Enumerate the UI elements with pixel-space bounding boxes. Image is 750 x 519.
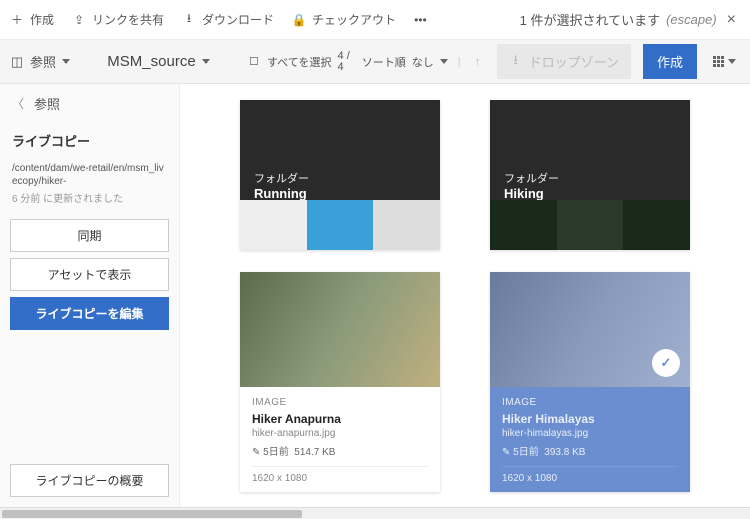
dropzone[interactable]: ⭳ ドロップゾーン (497, 44, 631, 79)
checkout-action[interactable]: 🔒 チェックアウト (292, 11, 396, 28)
rail-toggle[interactable]: ◫ 参照 (10, 52, 70, 71)
download-icon: ⭳ (509, 55, 523, 69)
asset-meta: IMAGE Hiker Anapurna hiker-anapurna.jpg … (240, 387, 440, 492)
create-button[interactable]: 作成 (643, 44, 697, 79)
folder-thumbnail: フォルダー Hiking (490, 100, 690, 250)
sync-button[interactable]: 同期 (10, 219, 169, 252)
show-asset-button[interactable]: アセットで表示 (10, 258, 169, 291)
view-switcher[interactable] (709, 52, 740, 71)
share-icon: ⇪ (72, 13, 86, 27)
folder-name: Hiking (504, 186, 544, 201)
select-all-label: すべてを選択 (267, 54, 332, 70)
asset-card[interactable]: ✓ IMAGE Hiker Himalayas hiker-himalayas.… (490, 272, 690, 492)
item-count: 4 /4 (338, 51, 350, 73)
share-link-action[interactable]: ⇪ リンクを共有 (72, 11, 164, 28)
rail-heading: 参照 (34, 94, 60, 113)
dropzone-label: ドロップゾーン (529, 52, 619, 71)
asset-size: 514.7 KB (294, 447, 335, 458)
download-icon: ⭳ (182, 13, 196, 27)
plus-icon: ＋ (10, 13, 24, 27)
back-icon[interactable]: 〈 (12, 95, 24, 112)
chevron-down-icon (202, 59, 210, 64)
pencil-icon: ✎ (502, 447, 510, 458)
asset-modified: 5日前 (263, 447, 289, 458)
asset-dimensions: 1620 x 1080 (252, 466, 428, 484)
chevron-down-icon (440, 59, 448, 64)
updated-time: 6 分前 に更新されました (0, 188, 179, 213)
rail-icon: ◫ (10, 55, 24, 69)
asset-filename: hiker-anapurna.jpg (252, 428, 428, 439)
close-icon[interactable]: × (723, 11, 740, 29)
chevron-down-icon (728, 59, 736, 64)
select-all[interactable]: ☐ すべてを選択 4 /4 (247, 51, 350, 73)
check-icon: ✓ (652, 349, 680, 377)
sort-asc-icon[interactable]: ↑ (471, 55, 485, 69)
asset-modified: 5日前 (513, 447, 539, 458)
breadcrumb[interactable]: MSM_source (82, 53, 235, 70)
create-label: 作成 (30, 11, 54, 28)
asset-thumbnail: ✓ (490, 272, 690, 387)
more-action[interactable]: ••• (414, 13, 427, 27)
more-icon: ••• (414, 13, 427, 27)
selection-status: 1 件が選択されています (escape) × (520, 10, 740, 29)
sort-control[interactable]: ソート順 なし | ↑ (362, 54, 485, 70)
card-grid: フォルダー Running フォルダー Hiking IMAGE Hiker A… (180, 84, 750, 507)
checkout-label: チェックアウト (312, 11, 396, 28)
divider: | (458, 56, 461, 68)
asset-filename: hiker-himalayas.jpg (502, 428, 678, 439)
asset-dimensions: 1620 x 1080 (502, 466, 678, 484)
download-label: ダウンロード (202, 11, 274, 28)
download-action[interactable]: ⭳ ダウンロード (182, 11, 274, 28)
breadcrumb-label: MSM_source (107, 53, 195, 70)
folder-label: フォルダー (254, 170, 309, 186)
asset-type: IMAGE (502, 397, 678, 408)
asset-meta: IMAGE Hiker Himalayas hiker-himalayas.jp… (490, 387, 690, 492)
folder-card[interactable]: フォルダー Hiking (490, 100, 690, 250)
livecopy-overview-button[interactable]: ライブコピーの概要 (10, 464, 169, 497)
folder-name: Running (254, 186, 307, 201)
asset-card[interactable]: IMAGE Hiker Anapurna hiker-anapurna.jpg … (240, 272, 440, 492)
lock-icon: 🔒 (292, 13, 306, 27)
asset-size: 393.8 KB (544, 447, 585, 458)
share-label: リンクを共有 (92, 11, 164, 28)
asset-type: IMAGE (252, 397, 428, 408)
asset-title: Hiker Anapurna (252, 412, 428, 426)
folder-card[interactable]: フォルダー Running (240, 100, 440, 250)
escape-hint: (escape) (666, 12, 717, 27)
rail-label: 参照 (30, 52, 56, 71)
rail-footer: ライブコピーの概要 (0, 454, 179, 507)
action-bar-left: ＋ 作成 ⇪ リンクを共有 ⭳ ダウンロード 🔒 チェックアウト ••• (10, 11, 427, 28)
create-action[interactable]: ＋ 作成 (10, 11, 54, 28)
left-rail: 〈 参照 ライブコピー /content/dam/we-retail/en/ms… (0, 84, 180, 507)
sort-label: ソート順 (362, 54, 406, 70)
asset-path: /content/dam/we-retail/en/msm_livecopy/h… (0, 158, 179, 188)
action-bar: ＋ 作成 ⇪ リンクを共有 ⭳ ダウンロード 🔒 チェックアウト ••• 1 件が選択さ… (0, 0, 750, 40)
asset-thumbnail (240, 272, 440, 387)
edit-livecopy-button[interactable]: ライブコピーを編集 (10, 297, 169, 330)
horizontal-scrollbar[interactable] (0, 507, 750, 519)
rail-buttons: 同期 アセットで表示 ライブコピーを編集 (0, 213, 179, 336)
selection-count: 1 件が選択されています (520, 10, 660, 29)
select-all-icon: ☐ (247, 55, 261, 69)
folder-label: フォルダー (504, 170, 559, 186)
rail-header: 〈 参照 (0, 84, 179, 123)
chevron-down-icon (62, 59, 70, 64)
toolbar: ◫ 参照 MSM_source ☐ すべてを選択 4 /4 ソート順 なし | … (0, 40, 750, 84)
grid-icon (713, 56, 724, 67)
scrollbar-thumb[interactable] (2, 510, 302, 518)
folder-thumbnail: フォルダー Running (240, 100, 440, 250)
pencil-icon: ✎ (252, 447, 260, 458)
section-title: ライブコピー (0, 123, 179, 158)
sort-value: なし (412, 54, 434, 70)
content-body: 〈 参照 ライブコピー /content/dam/we-retail/en/ms… (0, 84, 750, 507)
asset-title: Hiker Himalayas (502, 412, 678, 426)
